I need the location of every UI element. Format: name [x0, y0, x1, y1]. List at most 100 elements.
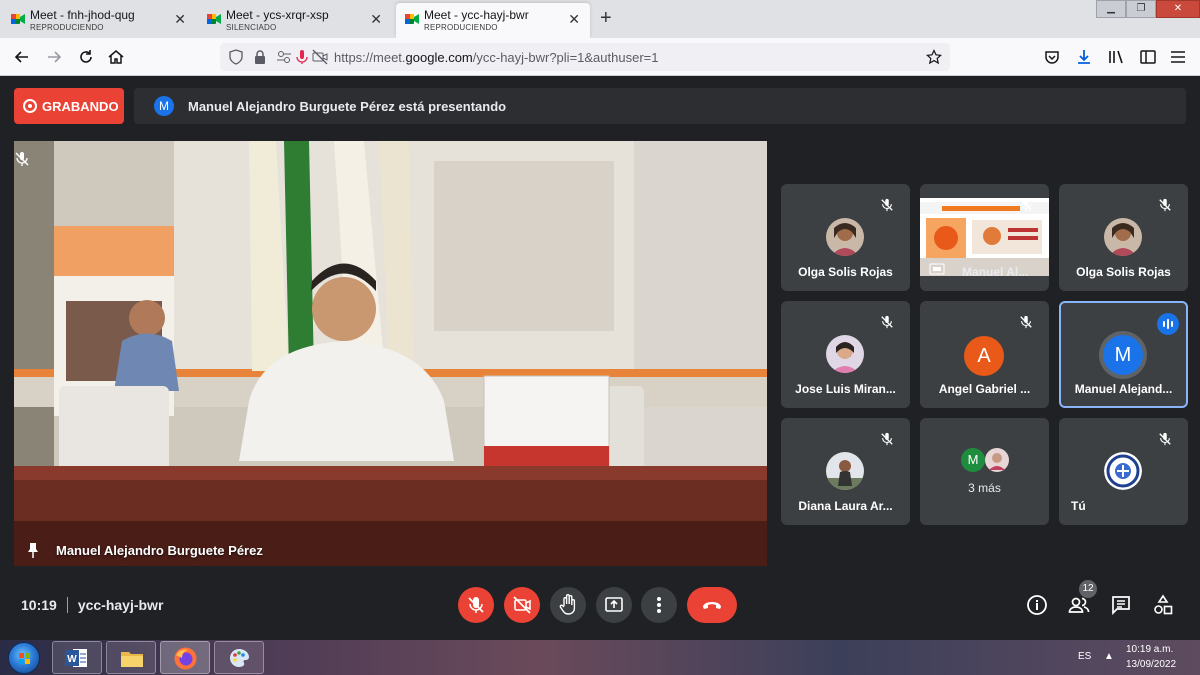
self-tile[interactable]: Tú [1059, 418, 1188, 525]
participant-count-badge: 12 [1079, 580, 1097, 598]
screen-share-icon [929, 263, 945, 275]
address-bar[interactable]: https://meet.google.com/ycc-hayj-bwr?pli… [220, 43, 950, 71]
permissions-icon[interactable] [276, 49, 292, 65]
camera-off-icon [513, 596, 531, 614]
microphone-muted-icon [1159, 198, 1171, 212]
hamburger-menu-icon[interactable] [1168, 47, 1188, 67]
participant-tile[interactable]: Diana Laura Ar... [781, 418, 910, 525]
downloads-icon[interactable] [1074, 47, 1094, 67]
shield-icon[interactable] [228, 49, 244, 65]
meeting-info: 10:19 ycc-hayj-bwr [21, 597, 163, 613]
more-vert-icon [657, 597, 661, 613]
library-icon[interactable] [1106, 47, 1126, 67]
tab-close-icon[interactable]: ✕ [370, 12, 382, 26]
folder-icon [121, 652, 143, 667]
activities-icon[interactable] [1152, 594, 1174, 616]
participant-photo [826, 218, 864, 256]
leave-call-button[interactable] [687, 587, 737, 623]
taskbar-file-explorer[interactable] [106, 641, 156, 674]
microphone-off-icon [468, 597, 484, 613]
tray-expand-icon[interactable]: ▲ [1104, 651, 1114, 662]
school-logo-avatar [1104, 452, 1142, 490]
meeting-details-info-icon[interactable] [1026, 594, 1048, 616]
recording-indicator-button[interactable]: GRABANDO [14, 88, 124, 124]
toggle-microphone-button[interactable] [458, 587, 494, 623]
hang-up-icon [703, 602, 721, 609]
pin-icon[interactable] [24, 541, 42, 559]
paint-palette-icon [230, 649, 249, 667]
participant-name: Olga Solis Rojas [798, 265, 893, 279]
taskbar-firefox[interactable] [160, 641, 210, 674]
browser-tab-1[interactable]: Meet - fnh-jhod-qug REPRODUCIENDO ✕ [2, 3, 196, 38]
main-speaker-video[interactable]: Manuel Alejandro Burguete Pérez [14, 141, 767, 566]
chat-icon[interactable] [1110, 594, 1132, 616]
tab-status: REPRODUCIENDO [424, 23, 498, 32]
presenting-banner: M Manuel Alejandro Burguete Pérez está p… [134, 88, 1186, 124]
microphone-muted-icon [1020, 315, 1032, 329]
home-icon[interactable] [106, 47, 126, 67]
raise-hand-button[interactable] [550, 587, 586, 623]
reload-icon[interactable] [76, 47, 96, 67]
presenter-avatar: M [154, 96, 174, 116]
participant-name: Olga Solis Rojas [1076, 265, 1171, 279]
lock-icon[interactable] [252, 49, 268, 65]
main-speaker-name: Manuel Alejandro Burguete Pérez [56, 543, 263, 558]
browser-nav-bar: https://meet.google.com/ycc-hayj-bwr?pli… [0, 38, 1200, 76]
participant-photo [826, 335, 864, 373]
taskbar-paint[interactable] [214, 641, 264, 674]
participant-tile[interactable]: Jose Luis Miran... [781, 301, 910, 408]
more-options-button[interactable] [641, 587, 677, 623]
pocket-icon[interactable] [1042, 47, 1062, 67]
bookmark-star-icon[interactable] [926, 49, 942, 65]
raise-hand-icon [559, 594, 576, 615]
microphone-muted-icon [15, 152, 29, 166]
record-icon [23, 99, 37, 113]
participant-tile[interactable]: Olga Solis Rojas [781, 184, 910, 291]
participant-avatar: M [961, 448, 985, 472]
participant-tile-presenting[interactable]: Manuel Al... [920, 184, 1049, 291]
svg-text:W: W [67, 654, 77, 665]
word-icon: W [65, 649, 87, 667]
meeting-code: ycc-hayj-bwr [77, 597, 164, 613]
participant-tile[interactable]: Olga Solis Rojas [1059, 184, 1188, 291]
tab-status: SILENCIADO [226, 23, 277, 32]
camera-blocked-icon[interactable] [312, 49, 328, 65]
meeting-time: 10:19 [21, 597, 57, 613]
tab-status: REPRODUCIENDO [30, 23, 104, 32]
sidebar-icon[interactable] [1138, 47, 1158, 67]
tab-title: Meet - fnh-jhod-qug [30, 8, 135, 22]
clock-time[interactable]: 10:19 a.m. [1126, 644, 1173, 655]
tab-title: Meet - ycc-hayj-bwr [424, 8, 529, 22]
maximize-icon[interactable]: ❐ [1126, 0, 1156, 18]
microphone-active-icon[interactable] [294, 49, 310, 65]
browser-tab-2[interactable]: Meet - ycs-xrqr-xsp SILENCIADO ✕ [198, 3, 392, 38]
participant-name: Jose Luis Miran... [795, 382, 896, 396]
present-screen-button[interactable] [596, 587, 632, 623]
windows-taskbar: W ES ▲ 10:19 a.m. 13/09/2022 [0, 640, 1200, 675]
participant-name: Manuel Al... [962, 265, 1029, 279]
presenting-text: Manuel Alejandro Burguete Pérez está pre… [188, 99, 507, 114]
new-tab-plus-icon[interactable]: + [600, 8, 612, 28]
window-close-icon[interactable]: ✕ [1156, 0, 1200, 18]
language-indicator[interactable]: ES [1078, 651, 1091, 662]
microphone-muted-icon [881, 315, 893, 329]
recording-label: GRABANDO [42, 99, 119, 114]
participant-photo [985, 448, 1009, 472]
participant-photo [826, 452, 864, 490]
speaking-indicator-icon [1157, 313, 1179, 335]
present-screen-icon [605, 597, 623, 612]
participant-tile-speaking[interactable]: M Manuel Alejand... [1059, 301, 1188, 408]
start-button-windows-icon[interactable] [8, 642, 40, 674]
forward-arrow-icon[interactable] [44, 47, 64, 67]
meet-favicon [405, 14, 419, 24]
minimize-icon[interactable]: ▁ [1096, 0, 1126, 18]
tab-close-icon[interactable]: ✕ [568, 12, 580, 26]
more-participants-tile[interactable]: M 3 más [920, 418, 1049, 525]
clock-date[interactable]: 13/09/2022 [1126, 659, 1176, 670]
browser-tab-3-active[interactable]: Meet - ycc-hayj-bwr REPRODUCIENDO ✕ [396, 3, 590, 38]
participant-tile[interactable]: A Angel Gabriel ... [920, 301, 1049, 408]
taskbar-word[interactable]: W [52, 641, 102, 674]
tab-close-icon[interactable]: ✕ [174, 12, 186, 26]
toggle-camera-button[interactable] [504, 587, 540, 623]
back-arrow-icon[interactable] [12, 47, 32, 67]
